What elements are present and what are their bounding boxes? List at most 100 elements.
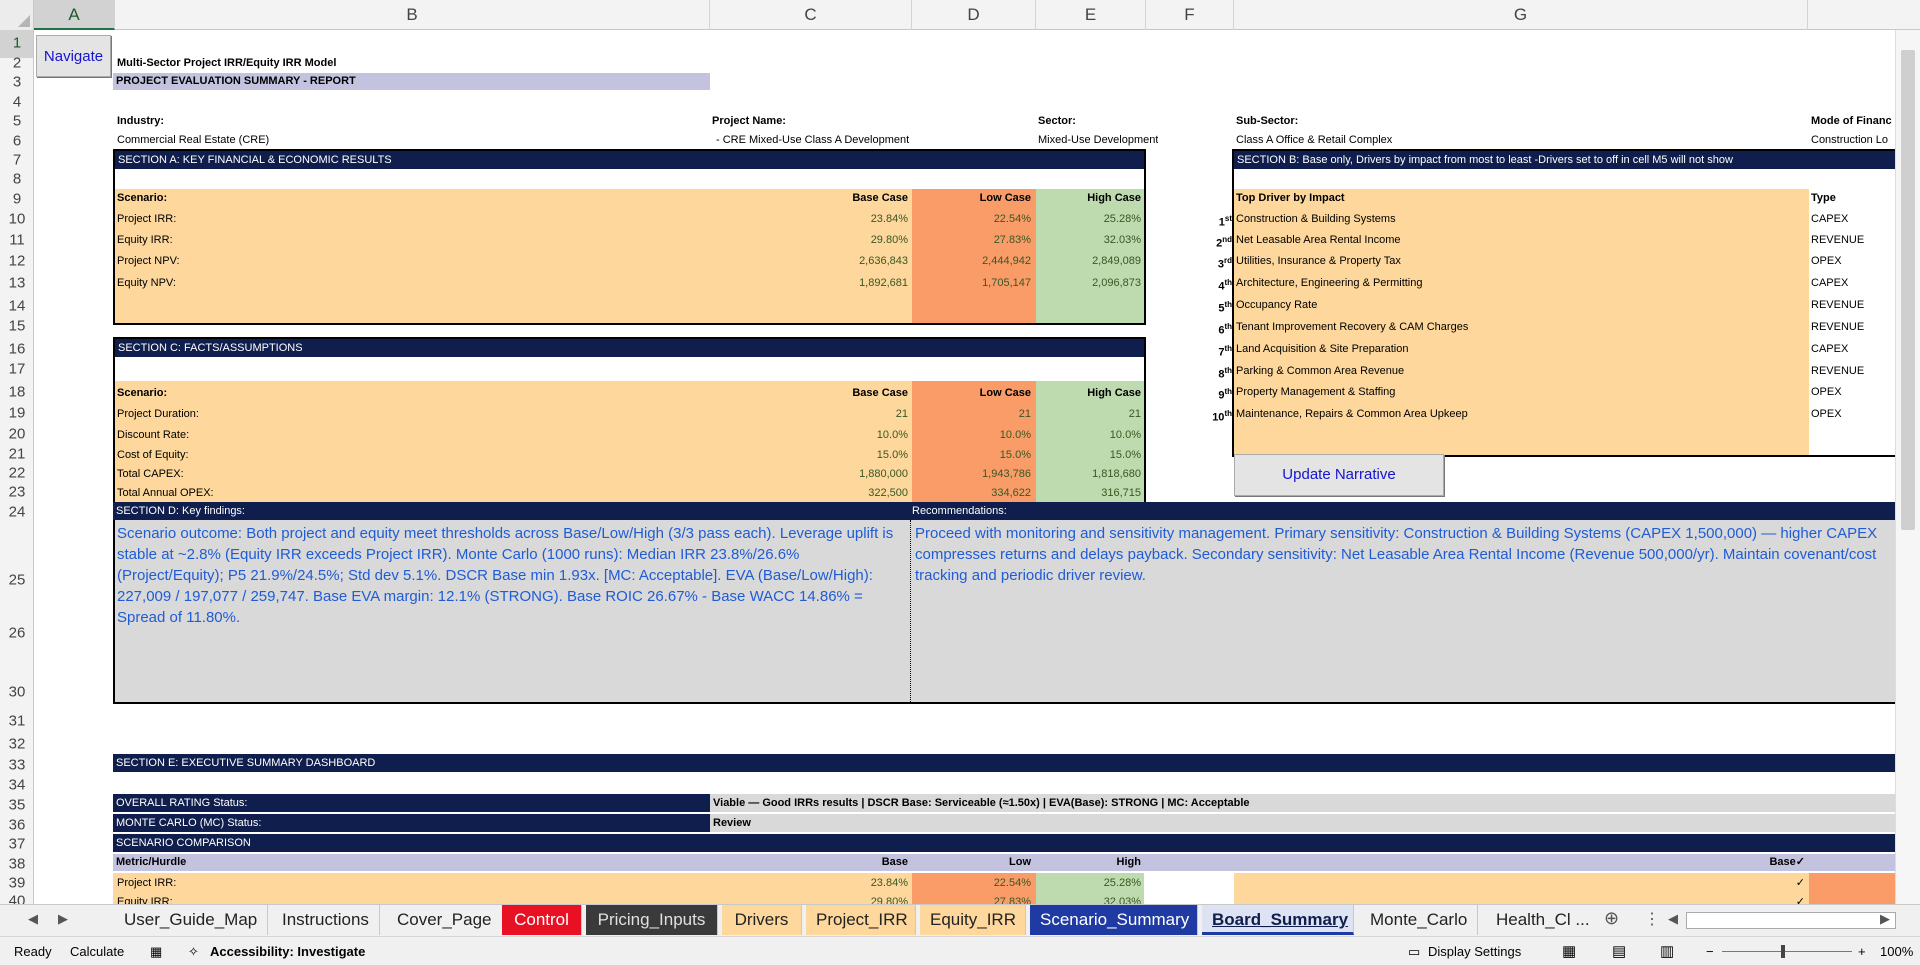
row-number[interactable]: 33	[0, 757, 33, 774]
row-number[interactable]: 2	[0, 55, 33, 72]
row-number[interactable]: 7	[0, 152, 33, 169]
section-c-high-value: 21	[1128, 408, 1141, 420]
tab-health-check[interactable]: Health_Cl ...	[1486, 905, 1598, 935]
row-number[interactable]: 5	[0, 113, 33, 130]
column-header-f[interactable]: F	[1146, 0, 1234, 30]
driver-type: CAPEX	[1811, 277, 1849, 289]
row-number[interactable]: 32	[0, 736, 33, 753]
row-number[interactable]: 38	[0, 856, 33, 873]
row-number[interactable]: 22	[0, 465, 33, 482]
recommendations-text[interactable]: Proceed with monitoring and sensitivity …	[915, 523, 1895, 703]
row-number[interactable]: 9	[0, 191, 33, 208]
column-header-a[interactable]: A	[34, 0, 115, 30]
navigate-button[interactable]: Navigate	[36, 35, 111, 77]
tab-project-irr[interactable]: Project_IRR	[806, 905, 916, 935]
page-break-view-icon[interactable]: ▥	[1660, 942, 1674, 960]
zoom-slider[interactable]	[1722, 951, 1852, 952]
calculate-status[interactable]: Calculate	[70, 944, 124, 959]
horizontal-scrollbar[interactable]	[1686, 912, 1896, 929]
column-header-b[interactable]: B	[115, 0, 710, 30]
row-number[interactable]: 35	[0, 797, 33, 814]
zoom-out-icon[interactable]: −	[1706, 944, 1714, 959]
row-number[interactable]: 31	[0, 713, 33, 730]
column-header-h[interactable]	[1808, 0, 1898, 30]
row-number[interactable]: 34	[0, 777, 33, 794]
hscroll-right-icon[interactable]: ▶	[1880, 911, 1890, 927]
row-number[interactable]: 23	[0, 484, 33, 501]
row-number[interactable]: 25	[0, 572, 33, 589]
tab-user-guide-map[interactable]: User_Guide_Map	[114, 905, 269, 935]
row-number[interactable]: 17	[0, 361, 33, 378]
row-number[interactable]: 12	[0, 253, 33, 270]
row-number[interactable]: 14	[0, 298, 33, 315]
column-header-c[interactable]: C	[710, 0, 912, 30]
row-number[interactable]: 19	[0, 405, 33, 422]
tab-cover-page[interactable]: Cover_Page	[387, 905, 503, 935]
row-number[interactable]: 40	[0, 893, 33, 905]
page-layout-view-icon[interactable]: ▤	[1612, 942, 1626, 960]
row-number[interactable]: 26	[0, 625, 33, 642]
tab-scroll-left-icon[interactable]: ◀	[28, 911, 38, 927]
zoom-in-icon[interactable]: +	[1858, 944, 1866, 959]
row-number[interactable]: 15	[0, 318, 33, 335]
sector-value: Mixed-Use Development	[1038, 134, 1159, 146]
accessibility-icon[interactable]: ✧	[188, 944, 199, 960]
row-number[interactable]: 21	[0, 446, 33, 463]
row-number[interactable]: 20	[0, 426, 33, 443]
tab-scenario-summary[interactable]: Scenario_Summary	[1030, 905, 1198, 935]
driver-name: Occupancy Rate	[1236, 299, 1318, 311]
normal-view-icon[interactable]: ▦	[1562, 942, 1576, 960]
row-number[interactable]: 36	[0, 817, 33, 834]
vertical-scrollbar[interactable]	[1895, 30, 1920, 904]
row-number[interactable]: 3	[0, 74, 33, 91]
driver-rank: 7th	[1218, 344, 1232, 359]
tab-equity-irr[interactable]: Equity_IRR	[920, 905, 1026, 935]
row-number[interactable]: 13	[0, 275, 33, 292]
driver-name: Utilities, Insurance & Property Tax	[1236, 255, 1401, 267]
tab-pricing-inputs[interactable]: Pricing_Inputs	[586, 905, 718, 935]
more-options-icon[interactable]: ⋮	[1644, 909, 1660, 929]
zoom-slider-thumb[interactable]	[1781, 945, 1785, 958]
comparison-low-header: Low	[1009, 856, 1031, 868]
zoom-level[interactable]: 100%	[1880, 944, 1913, 959]
display-settings[interactable]: Display Settings	[1428, 944, 1521, 959]
section-a-base-value: 29.80%	[870, 234, 908, 246]
worksheet-grid[interactable]: Navigate Multi-Sector Project IRR/Equity…	[35, 31, 1895, 904]
section-a-low-value: 1,705,147	[982, 277, 1031, 289]
tab-drivers[interactable]: Drivers	[722, 905, 802, 935]
row-number[interactable]: 16	[0, 341, 33, 358]
driver-type: OPEX	[1811, 408, 1842, 420]
display-settings-icon[interactable]: ▭	[1408, 944, 1420, 960]
key-findings-text[interactable]: Scenario outcome: Both project and equit…	[117, 523, 905, 703]
row-number[interactable]: 11	[0, 232, 33, 249]
column-header-e[interactable]: E	[1036, 0, 1146, 30]
accessibility-status[interactable]: Accessibility: Investigate	[210, 944, 365, 959]
tab-board-summary[interactable]: Board_Summary	[1202, 905, 1354, 935]
column-header-g[interactable]: G	[1234, 0, 1808, 30]
tab-monte-carlo[interactable]: Monte_Carlo	[1360, 905, 1479, 935]
tab-instructions[interactable]: Instructions	[272, 905, 380, 935]
vertical-scroll-thumb[interactable]	[1901, 50, 1915, 530]
row-number[interactable]: 10	[0, 211, 33, 228]
row-number[interactable]: 4	[0, 94, 33, 111]
tab-control[interactable]: Control	[502, 905, 582, 935]
row-number[interactable]: 24	[0, 504, 33, 521]
driver-rank: 6th	[1218, 322, 1232, 337]
select-all-corner[interactable]	[0, 0, 34, 30]
macro-record-icon[interactable]: ▦	[150, 944, 162, 960]
add-sheet-icon[interactable]: ⊕	[1604, 908, 1619, 929]
row-number[interactable]: 18	[0, 384, 33, 401]
row-number[interactable]: 6	[0, 133, 33, 150]
row-number[interactable]: 30	[0, 684, 33, 701]
scenario-comparison-title: SCENARIO COMPARISON	[113, 834, 1895, 852]
row-number[interactable]: 1	[0, 35, 33, 52]
tab-scroll-right-icon[interactable]: ▶	[58, 911, 68, 927]
update-narrative-button[interactable]: Update Narrative	[1234, 454, 1444, 496]
comparison-base-header: Base	[881, 856, 908, 868]
row-number[interactable]: 8	[0, 171, 33, 188]
hscroll-left-icon[interactable]: ◀	[1668, 911, 1678, 927]
section-a-row-label: Equity NPV:	[117, 277, 176, 289]
row-number[interactable]: 37	[0, 836, 33, 853]
column-header-d[interactable]: D	[912, 0, 1036, 30]
row-number[interactable]: 39	[0, 875, 33, 892]
